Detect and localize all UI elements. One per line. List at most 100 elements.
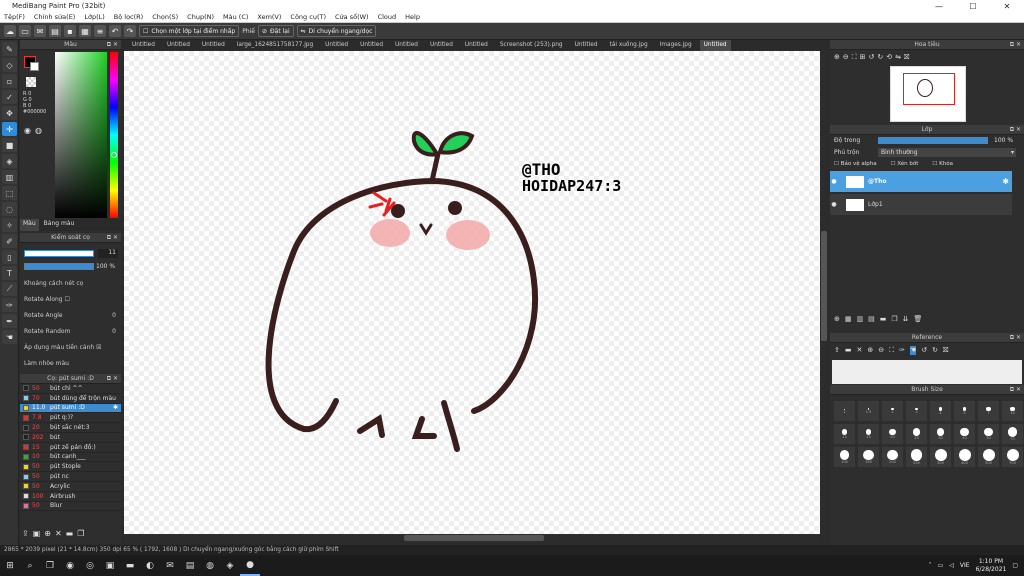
brush-list-item[interactable]: 20 bút sắc nét:3 [20, 423, 121, 433]
document-tab[interactable]: Screenshot (253).png [496, 40, 567, 51]
spacing-row[interactable]: Khoảng cách nét cọ [24, 280, 83, 287]
task-view-icon[interactable]: ❐ [40, 555, 60, 576]
upload-icon[interactable]: ⇪ [22, 529, 29, 538]
menu-help[interactable]: Help [405, 13, 420, 21]
minimize-button[interactable]: — [922, 2, 956, 11]
volume-icon[interactable]: ◁ [949, 562, 954, 569]
menu-color[interactable]: Màu (C) [223, 13, 248, 21]
brush-size-preset[interactable]: 700 [1002, 447, 1023, 467]
brush-list-item[interactable]: 50 bút chì ^^ [20, 384, 121, 394]
mail-icon[interactable]: ✉ [160, 555, 180, 576]
eyedropper-tool-icon[interactable]: ✑ [2, 298, 17, 312]
zoom-app-icon[interactable]: ◉ [60, 555, 80, 576]
copy-icon[interactable]: ❐ [891, 315, 897, 323]
document-tab[interactable]: large_1624851758177.jpg [233, 40, 317, 51]
clock[interactable]: 1:10 PM 6/28/2021 [976, 558, 1007, 574]
canvas[interactable]: @THO HOIDAP247:3 [124, 51, 820, 534]
document-tab[interactable]: Untitled [391, 40, 422, 51]
eye-icon[interactable]: ● [830, 201, 838, 208]
brush-size-preset[interactable]: 2 [882, 401, 903, 421]
grid-icon[interactable]: ▦ [79, 25, 91, 37]
brush-size-preset[interactable]: 20 [882, 424, 903, 444]
panel-close-icon[interactable]: ⧉ ✕ [107, 234, 118, 242]
palette-icon[interactable]: ◉ [24, 126, 31, 135]
new-halftone-layer-icon[interactable]: ▦ [845, 315, 852, 323]
windows-start-icon[interactable]: ⊞ [0, 555, 20, 576]
folder-icon[interactable]: ▬ [845, 346, 852, 355]
document-tab[interactable]: tải xuống.jpg [606, 40, 652, 51]
comment-icon[interactable]: ✉ [34, 25, 46, 37]
lasso-tool-icon[interactable]: ◌ [2, 202, 17, 216]
layer-item[interactable]: ● Lớp1 [830, 194, 1012, 215]
move-tool-icon[interactable]: ✥ [2, 106, 17, 120]
eyedropper-icon[interactable]: ✑ [899, 346, 905, 355]
app-icon[interactable]: ◍ [200, 555, 220, 576]
background-color-swatch[interactable] [30, 62, 39, 71]
maximize-button[interactable]: ☐ [956, 2, 990, 11]
brush-size-preset[interactable]: 3 [906, 401, 927, 421]
brush-size-preset[interactable]: 70 [1002, 424, 1023, 444]
horizontal-scroll-thumb[interactable] [404, 535, 544, 541]
list-icon[interactable]: ≡ [94, 25, 106, 37]
zoom-in-icon[interactable]: ⊕ [867, 346, 873, 355]
brush-list-item[interactable]: 15 pút zế pán đồ:) [20, 443, 121, 453]
brush-size-preset[interactable]: 400 [954, 447, 975, 467]
delete-icon[interactable]: ✕ [55, 529, 62, 538]
brush-size-preset[interactable]: 250 [906, 447, 927, 467]
reset-rotate-icon[interactable]: ⟲ [886, 53, 892, 62]
tab-palette[interactable]: Bảng màu [41, 219, 78, 231]
brush-size-preset[interactable]: 10 [1002, 401, 1023, 421]
gear-icon[interactable]: ✱ [113, 404, 121, 411]
network-icon[interactable]: ▭ [938, 562, 944, 569]
document-tab[interactable]: Untitled [461, 40, 492, 51]
layer-blend-select[interactable]: Bình thường ▾ [878, 148, 1016, 157]
close-window-button[interactable]: ✕ [990, 2, 1024, 11]
rotate-along-row[interactable]: Rotate Along ☐ [24, 296, 70, 303]
brush-list-item[interactable]: 202 bút [20, 433, 121, 443]
rotate-left-icon[interactable]: ↺ [921, 346, 927, 355]
brush-size-preset[interactable]: 15 [858, 424, 879, 444]
panel-close-icon[interactable]: ⧉ ✕ [1010, 126, 1021, 134]
brush-list-item[interactable]: 11.0 pút sumi :D ✱ [20, 403, 121, 414]
brush-size-preset[interactable]: 30 [930, 424, 951, 444]
select-eraser-tool-icon[interactable]: ▯ [2, 250, 17, 264]
brush-size-preset[interactable]: 25 [906, 424, 927, 444]
panel-close-icon[interactable]: ⧉ ✕ [107, 41, 118, 49]
vertical-scrollbar[interactable] [820, 51, 828, 534]
select-tool-icon[interactable]: ✓ [2, 90, 17, 104]
add-brush-icon[interactable]: ⊕ [44, 529, 51, 538]
brush-list-item[interactable]: 50 pút Stople [20, 462, 121, 473]
vertical-scroll-thumb[interactable] [821, 231, 827, 341]
brush-size-preset[interactable]: 5 [954, 401, 975, 421]
checkbox-checked-icon[interactable]: ☒ [96, 344, 101, 351]
menu-view[interactable]: Xem(V) [257, 13, 281, 21]
text-tool-icon[interactable]: T [2, 266, 17, 280]
brush-size-preset[interactable]: 200 [882, 447, 903, 467]
brush-size-preset[interactable]: 1.5 [858, 401, 879, 421]
brush-size-preset[interactable]: 7 [978, 401, 999, 421]
brush-size-value[interactable]: 11 [98, 249, 118, 258]
menu-tools[interactable]: Công cụ(T) [290, 13, 326, 21]
reset-view-icon[interactable]: ⛝ [904, 53, 909, 62]
actual-size-icon[interactable]: ⊞ [860, 53, 866, 62]
close-icon[interactable]: ✕ [857, 346, 863, 355]
merge-icon[interactable]: ⇊ [903, 315, 909, 323]
brush-list-item[interactable]: 10 bút cạnh___ [20, 453, 121, 463]
hand-move-tool-icon[interactable]: ✛ [2, 122, 17, 136]
brush-size-preset[interactable]: 12 [834, 424, 855, 444]
open-icon[interactable]: ⇪ [834, 346, 840, 355]
photos-icon[interactable]: ▤ [180, 555, 200, 576]
transparent-color-swatch[interactable] [26, 77, 36, 87]
document-tab[interactable]: Untitled [163, 40, 194, 51]
apply-color-row[interactable]: Áp dụng màu tiền cảnh ☒ [24, 344, 102, 351]
opacity-slider[interactable] [24, 263, 94, 270]
brush-list-item[interactable]: 50 Blur [20, 502, 121, 512]
tab-color[interactable]: Màu [20, 219, 39, 231]
gradient-tool-icon[interactable]: ▥ [2, 170, 17, 184]
new-1bit-layer-icon[interactable]: ▤ [868, 315, 875, 323]
hand-tool-icon[interactable]: ☚ [2, 330, 17, 344]
chrome-icon[interactable]: ◎ [80, 555, 100, 576]
add-folder-icon[interactable]: ▬ [880, 315, 887, 323]
document-tab[interactable]: Untitled [699, 40, 731, 51]
color-wheel-icon[interactable]: ◍ [35, 126, 42, 135]
